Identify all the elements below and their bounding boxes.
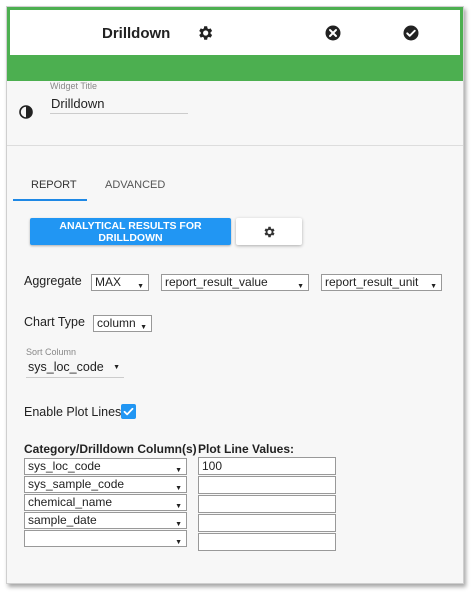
gear-icon [264,226,275,238]
dropdown-arrow-icon: ▼ [137,283,144,290]
plot-line-values-header: Plot Line Values: [198,442,295,456]
category-select-value: sys_sample_code [28,477,125,491]
category-select-2[interactable]: sys_sample_code ▼ [24,476,187,493]
widget-header: Drilldown [7,7,463,55]
tab-advanced[interactable]: ADVANCED [105,179,165,191]
header-accent-bar [7,55,463,81]
widget-title-label: Widget Title [50,81,98,91]
enable-plot-lines-checkbox[interactable] [121,404,136,419]
active-tab-indicator [13,199,87,201]
category-select-value: chemical_name [28,495,113,509]
checkmark-icon [123,407,134,416]
drilldown-widget-panel: Drilldown Widget Title REPORT ADVANCED A… [6,6,464,584]
close-circle-icon[interactable] [324,24,342,42]
dropdown-arrow-icon: ▼ [140,324,147,331]
plot-line-value-input-5[interactable] [198,533,336,551]
aggregate-value-field-select[interactable]: report_result_value ▼ [161,274,309,291]
sort-column-label: Sort Column [26,347,77,357]
aggregate-unit-field-value: report_result_unit [325,275,419,289]
chart-type-value: column [97,316,136,330]
category-select-value: sys_loc_code [28,459,101,473]
analytical-results-button[interactable]: ANALYTICAL RESULTS FOR DRILLDOWN [30,218,231,245]
plot-line-value-input-3[interactable] [198,495,336,513]
widget-title-input[interactable] [50,94,188,114]
aggregate-unit-field-select[interactable]: report_result_unit ▼ [321,274,442,291]
report-settings-button[interactable] [236,218,302,245]
tab-report[interactable]: REPORT [31,179,77,191]
dropdown-arrow-icon: ▼ [113,364,120,371]
sort-column-value: sys_loc_code [28,360,104,374]
aggregate-function-select[interactable]: MAX ▼ [91,274,149,291]
widget-header-title: Drilldown [102,25,171,42]
contrast-icon[interactable] [18,104,34,120]
sort-column-select[interactable]: sys_loc_code ▼ [26,360,124,378]
category-select-value: sample_date [28,513,97,527]
aggregate-value-field-value: report_result_value [165,275,268,289]
aggregate-function-value: MAX [95,275,122,289]
gear-icon[interactable] [196,24,214,42]
dropdown-arrow-icon: ▼ [430,283,437,290]
section-divider [7,145,463,146]
plot-line-value-input-4[interactable] [198,514,336,532]
plot-line-value-input-2[interactable] [198,476,336,494]
category-select-1[interactable]: sys_loc_code ▼ [24,458,187,475]
check-circle-icon[interactable] [402,24,420,42]
category-column-header: Category/Drilldown Column(s) [24,442,197,456]
plot-line-value-input-1[interactable] [198,457,336,475]
category-select-3[interactable]: chemical_name ▼ [24,494,187,511]
category-select-5[interactable]: ▼ [24,530,187,547]
dropdown-arrow-icon: ▼ [175,539,182,546]
chart-type-select[interactable]: column ▼ [93,315,152,332]
category-select-4[interactable]: sample_date ▼ [24,512,187,529]
aggregate-label: Aggregate [24,274,82,288]
chart-type-label: Chart Type [24,315,85,329]
enable-plot-lines-label: Enable Plot Lines [24,405,122,419]
dropdown-arrow-icon: ▼ [297,283,304,290]
